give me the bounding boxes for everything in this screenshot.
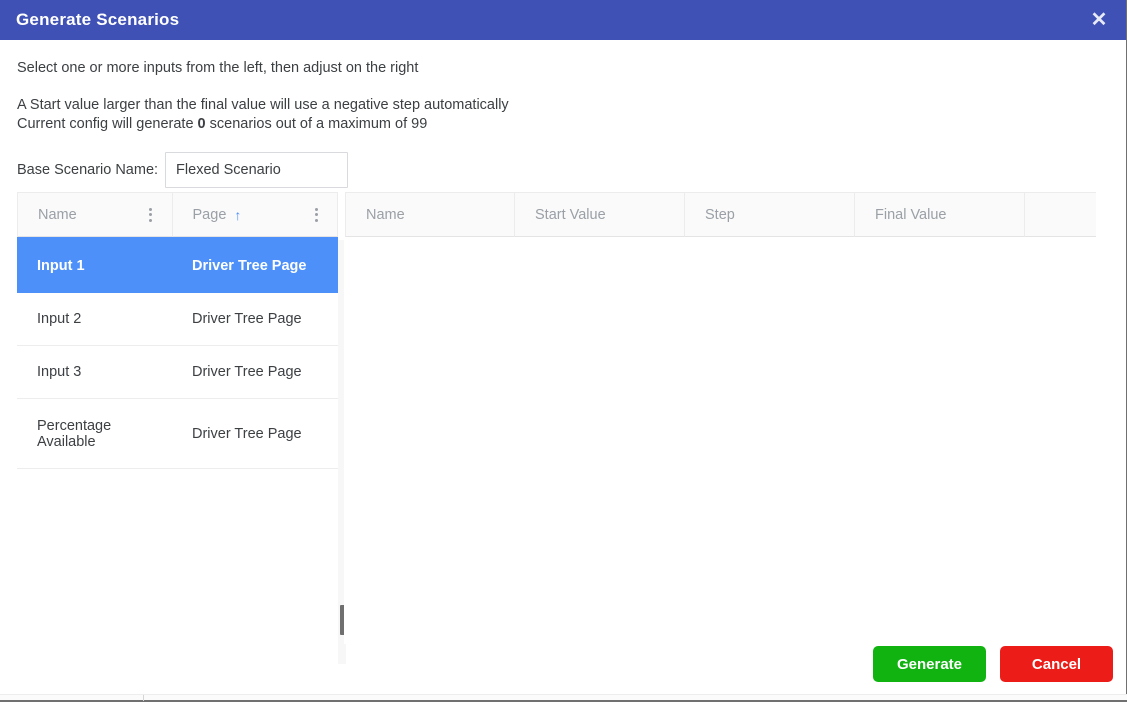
row-name: Percentage Available [37, 417, 112, 450]
intro-text-block: Select one or more inputs from the left,… [0, 40, 1126, 132]
kebab-menu-icon[interactable] [309, 206, 323, 224]
column-header-final-value-label: Final Value [875, 206, 947, 223]
adjust-grid: Name Start Value Step Final Value [345, 192, 1096, 644]
close-icon[interactable]: ✕ [1086, 7, 1112, 33]
table-row[interactable]: Input 2 Driver Tree Page [17, 293, 338, 346]
cancel-button[interactable]: Cancel [1000, 646, 1113, 682]
column-header-name-label: Name [366, 206, 405, 223]
adjust-grid-body [345, 237, 1096, 644]
grids-area: Name Page ↑ Input 1 Driver Tree Page Inp… [0, 192, 1126, 664]
dialog-titlebar: Generate Scenarios ✕ [0, 0, 1126, 40]
window-horizontal-scrollbar[interactable] [0, 694, 1127, 702]
column-header-start-value-label: Start Value [535, 206, 606, 223]
generate-scenarios-dialog: Generate Scenarios ✕ Select one or more … [0, 0, 1127, 694]
scrollbar-divider [143, 695, 144, 701]
row-name: Input 1 [37, 258, 85, 274]
base-scenario-row: Base Scenario Name: [0, 152, 1126, 188]
intro-line-3: Current config will generate 0 scenarios… [17, 113, 1126, 132]
dialog-title: Generate Scenarios [16, 10, 180, 29]
column-header-name[interactable]: Name [345, 192, 515, 237]
row-page: Driver Tree Page [192, 425, 302, 442]
column-header-final-value[interactable]: Final Value [855, 192, 1025, 237]
row-page: Driver Tree Page [192, 258, 307, 274]
kebab-menu-icon[interactable] [144, 206, 158, 224]
column-header-page-label: Page [192, 206, 227, 223]
row-name: Input 2 [37, 311, 82, 327]
base-scenario-label: Base Scenario Name: [17, 162, 159, 178]
inputs-grid: Name Page ↑ Input 1 Driver Tree Page Inp… [17, 192, 338, 469]
generate-button[interactable]: Generate [873, 646, 986, 682]
row-name: Input 3 [37, 364, 82, 380]
inputs-grid-header: Name Page ↑ [17, 192, 338, 237]
row-page: Driver Tree Page [192, 311, 302, 327]
intro-line-1: Select one or more inputs from the left,… [17, 60, 419, 76]
scenario-count-suffix: scenarios out of a maximum of 99 [205, 116, 428, 132]
table-row[interactable]: Input 3 Driver Tree Page [17, 346, 338, 399]
scenario-count-value: 0 [197, 116, 206, 132]
base-scenario-name-input[interactable] [165, 152, 349, 188]
table-row[interactable]: Input 1 Driver Tree Page [17, 240, 338, 293]
column-header-start-value[interactable]: Start Value [515, 192, 685, 237]
column-header-name-label: Name [38, 206, 77, 223]
column-header-actions[interactable] [1025, 192, 1096, 237]
column-header-step[interactable]: Step [685, 192, 855, 237]
column-header-name[interactable]: Name [18, 192, 173, 237]
table-row[interactable]: Percentage Available Driver Tree Page [17, 399, 338, 469]
column-header-step-label: Step [705, 206, 735, 223]
sort-ascending-icon[interactable]: ↑ [234, 208, 241, 222]
intro-line-2: A Start value larger than the final valu… [17, 97, 509, 113]
column-header-page[interactable]: Page ↑ [172, 192, 338, 237]
adjust-grid-header: Name Start Value Step Final Value [345, 192, 1096, 237]
scenario-count-prefix: Current config will generate [17, 116, 198, 132]
dialog-footer: Generate Cancel [873, 646, 1113, 682]
row-page: Driver Tree Page [192, 364, 302, 380]
